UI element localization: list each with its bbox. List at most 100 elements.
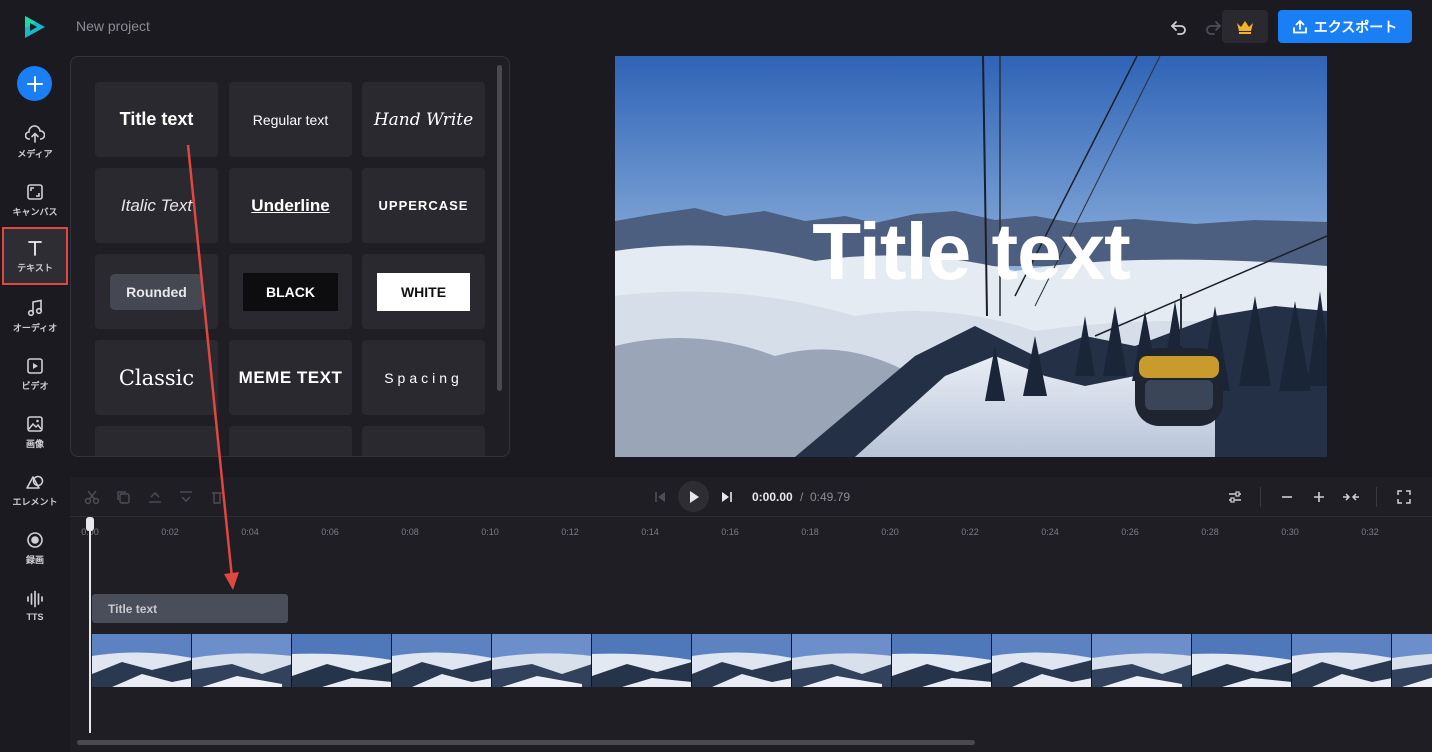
sidebar-item-elements[interactable]: エレメント [4, 463, 66, 517]
text-style-rounded: Rounded [110, 273, 203, 310]
timeline-scrollbar[interactable] [77, 740, 975, 745]
fullscreen-icon [1397, 490, 1411, 504]
video-thumbnail [992, 634, 1092, 687]
video-clip[interactable] [92, 634, 1432, 687]
sliders-icon [1229, 491, 1241, 503]
fit-timeline-button[interactable] [1341, 487, 1361, 507]
record-icon [27, 531, 43, 548]
zoom-in-button[interactable] [1309, 487, 1329, 507]
skip-forward-button[interactable] [717, 487, 737, 507]
duplicate-button[interactable] [113, 487, 133, 507]
timeline-toolbar: 0:00.00 / 0:49.79 [70, 477, 1432, 517]
skip-forward-icon [722, 492, 732, 502]
text-style-tile[interactable] [362, 426, 485, 456]
text-style-regular[interactable]: Regular text [229, 82, 352, 157]
video-thumbnail [192, 634, 292, 687]
delete-button[interactable] [207, 487, 227, 507]
sidebar-item-text[interactable]: テキスト [2, 227, 68, 285]
text-style-classic[interactable]: Classic [95, 340, 218, 415]
image-icon [27, 415, 43, 432]
zoom-out-button[interactable] [1277, 487, 1297, 507]
video-thumbnail [292, 634, 392, 687]
play-button[interactable] [678, 481, 709, 512]
sidebar-item-video[interactable]: ビデオ [4, 347, 66, 401]
export-label: エクスポート [1313, 18, 1398, 35]
sidebar-item-image[interactable]: 画像 [4, 405, 66, 459]
sidebar-item-media[interactable]: メディア [4, 115, 66, 169]
text-style-underline[interactable]: Underline [229, 168, 352, 243]
undo-button[interactable] [1164, 12, 1194, 42]
tick-label: 0:20 [881, 527, 899, 537]
text-clip[interactable]: Title text [92, 594, 288, 623]
video-thumbnail [692, 634, 792, 687]
text-style-uppercase[interactable]: UPPERCASE [362, 168, 485, 243]
canvas-icon [27, 183, 43, 200]
sidebar-item-label: キャンバス [12, 206, 58, 217]
sidebar-item-label: TTS [26, 612, 44, 622]
text-style-black: BLACK [243, 272, 338, 311]
text-style-tile[interactable] [95, 426, 218, 456]
timeline: 0:00.00 / 0:49.79 0:02 0:04 0:06 0:08 0:… [70, 477, 1432, 752]
plus-icon [1314, 492, 1324, 502]
video-thumbnail [792, 634, 892, 687]
preview-title-text[interactable]: Title text [615, 206, 1327, 298]
send-backward-button[interactable] [176, 487, 196, 507]
sidebar-item-tts[interactable]: TTS [4, 579, 66, 633]
project-name[interactable]: New project [76, 18, 150, 34]
text-style-spacing[interactable]: Spacing [362, 340, 485, 415]
trash-icon [212, 492, 222, 504]
video-thumbnail [492, 634, 592, 687]
video-preview[interactable]: Title text [615, 56, 1327, 457]
tick-label: 0:18 [801, 527, 819, 537]
sidebar-item-record[interactable]: 録画 [4, 521, 66, 575]
text-style-meme[interactable]: MEME TEXT [229, 340, 352, 415]
tick-label: 0:06 [321, 527, 339, 537]
text-style-italic[interactable]: Italic Text [95, 168, 218, 243]
text-style-title[interactable]: Title text [95, 82, 218, 157]
export-button[interactable]: エクスポート [1278, 10, 1412, 43]
text-style-tile[interactable] [229, 426, 352, 456]
layer-down-icon [180, 491, 192, 502]
text-style-handwrite[interactable]: Hand Write [362, 82, 485, 157]
skip-back-button[interactable] [650, 487, 670, 507]
premium-button[interactable] [1222, 10, 1268, 43]
text-clip-label: Title text [108, 602, 158, 616]
bring-forward-button[interactable] [145, 487, 165, 507]
redo-icon [1206, 21, 1221, 35]
current-time: 0:00.00 [752, 490, 793, 504]
text-style-rounded-tile[interactable]: Rounded [95, 254, 218, 329]
tick-label: 0:04 [241, 527, 259, 537]
skip-back-icon [655, 492, 665, 502]
playhead-handle[interactable] [86, 517, 94, 531]
text-style-white-tile[interactable]: WHITE [362, 254, 485, 329]
sidebar-item-label: ビデオ [21, 380, 49, 391]
tick-label: 0:02 [161, 527, 179, 537]
tick-label: 0:26 [1121, 527, 1139, 537]
video-thumbnail [1192, 634, 1292, 687]
minus-icon [1282, 496, 1292, 498]
tick-label: 0:22 [961, 527, 979, 537]
sidebar-item-label: テキスト [17, 262, 53, 273]
video-thumbnail [1092, 634, 1192, 687]
add-button[interactable] [17, 66, 52, 101]
video-thumbnail [1392, 634, 1432, 687]
text-styles-panel: Title text Regular text Hand Write Itali… [70, 56, 510, 457]
text-style-black-tile[interactable]: BLACK [229, 254, 352, 329]
text-style-white: WHITE [376, 272, 471, 311]
app-logo[interactable] [22, 14, 48, 40]
tick-label: 0:32 [1361, 527, 1379, 537]
toolbar-divider [1376, 487, 1377, 507]
panel-scrollbar[interactable] [497, 65, 502, 391]
sidebar-item-canvas[interactable]: キャンバス [4, 173, 66, 227]
adjust-button[interactable] [1225, 487, 1245, 507]
sidebar-item-label: オーディオ [12, 322, 58, 333]
fullscreen-button[interactable] [1394, 487, 1414, 507]
tick-label: 0:30 [1281, 527, 1299, 537]
playhead[interactable] [89, 519, 91, 733]
crown-icon [1237, 20, 1253, 34]
waveform-icon [27, 590, 43, 608]
fit-icon [1343, 493, 1359, 501]
split-button[interactable] [82, 487, 102, 507]
sidebar-item-audio[interactable]: オーディオ [4, 289, 66, 343]
tick-label: 0:28 [1201, 527, 1219, 537]
